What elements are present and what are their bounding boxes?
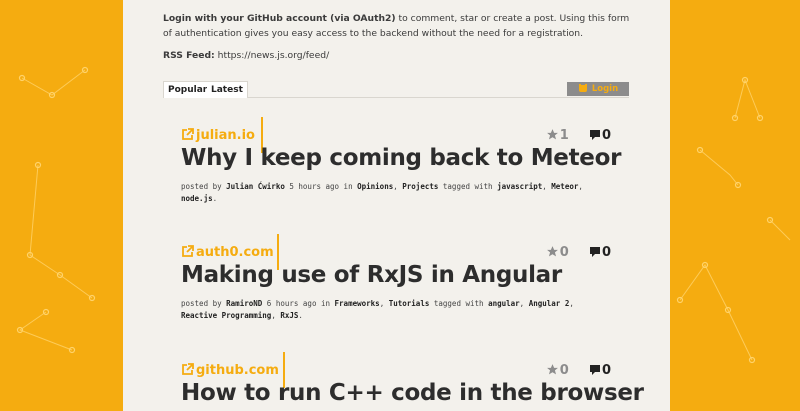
comment-button[interactable]: 0	[589, 363, 611, 378]
meta-sep: ,	[379, 299, 389, 308]
meta-category[interactable]: Tutorials	[389, 299, 430, 308]
post-stats: 0 0	[546, 362, 611, 380]
meta-category[interactable]: Projects	[402, 182, 438, 191]
github-icon	[578, 84, 587, 92]
meta-sep: ,	[569, 299, 574, 308]
meta-sep: ,	[271, 311, 281, 320]
meta-tag[interactable]: javascript	[497, 182, 542, 191]
post-domain-link[interactable]: auth0.com	[181, 244, 274, 262]
meta-tag[interactable]: node.js	[181, 194, 213, 203]
meta-tag[interactable]: Reactive Programming	[181, 311, 271, 320]
meta-sep: ,	[578, 182, 583, 191]
star-button[interactable]: 0	[546, 245, 569, 260]
external-link-icon	[182, 128, 194, 140]
rss-url[interactable]: https://news.js.org/feed/	[215, 50, 330, 61]
comment-button[interactable]: 0	[589, 245, 611, 260]
login-label: Login	[591, 84, 619, 94]
meta-tag[interactable]: Angular 2	[529, 299, 570, 308]
star-count: 0	[559, 245, 569, 260]
comment-icon	[589, 365, 600, 375]
star-button[interactable]: 0	[546, 363, 569, 378]
comment-icon	[589, 130, 600, 140]
meta-tag[interactable]: angular	[488, 299, 520, 308]
meta-tag[interactable]: Meteor	[551, 182, 578, 191]
meta-author[interactable]: RamiroND	[226, 299, 262, 308]
post-domain-link[interactable]: github.com	[181, 362, 279, 380]
meta-posted-by: posted by	[181, 299, 222, 308]
meta-category[interactable]: Opinions	[357, 182, 393, 191]
meta-tagged: tagged with	[438, 182, 498, 191]
meta-time: 5 hours ago in	[284, 182, 358, 191]
post-title[interactable]: How to run C++ code in the browser	[181, 380, 644, 406]
star-icon	[546, 246, 558, 257]
tab-latest[interactable]: Latest	[207, 81, 248, 98]
rss-label: RSS Feed:	[163, 50, 215, 61]
intro-text: Login with your GitHub account (via OAut…	[163, 11, 633, 41]
post-domain: julian.io	[196, 128, 255, 143]
post-domain-link[interactable]: julian.io	[181, 127, 255, 145]
main-content: Login with your GitHub account (via OAut…	[123, 0, 670, 411]
meta-end: .	[298, 311, 303, 320]
rss-feed: RSS Feed: https://news.js.org/feed/	[163, 50, 329, 61]
star-icon	[546, 364, 558, 375]
star-button[interactable]: 1	[546, 128, 569, 143]
comment-count: 0	[601, 128, 611, 143]
comment-count: 0	[601, 245, 611, 260]
star-count: 1	[559, 128, 569, 143]
meta-category[interactable]: Frameworks	[335, 299, 380, 308]
comment-icon	[589, 247, 600, 257]
star-icon	[546, 129, 558, 140]
sort-tabs: Popular Latest	[163, 81, 629, 98]
meta-posted-by: posted by	[181, 182, 222, 191]
comment-button[interactable]: 0	[589, 128, 611, 143]
post-stats: 0 0	[546, 244, 611, 262]
meta-end: .	[212, 194, 218, 203]
intro-bold: Login with your GitHub account (via OAut…	[163, 13, 396, 24]
meta-tagged: tagged with	[429, 299, 489, 308]
tab-popular[interactable]: Popular	[163, 81, 213, 98]
post-meta: posted by RamiroND 6 hours ago in Framew…	[181, 298, 591, 322]
star-count: 0	[559, 363, 569, 378]
meta-tag[interactable]: RxJS	[280, 311, 298, 320]
post-meta: posted by Julian Ćwirko 5 hours ago in O…	[181, 181, 591, 205]
meta-author[interactable]: Julian Ćwirko	[226, 182, 285, 191]
login-button[interactable]: Login	[567, 82, 629, 96]
post-title[interactable]: Making use of RxJS in Angular	[181, 262, 562, 288]
external-link-icon	[182, 363, 194, 375]
meta-sep: ,	[393, 182, 403, 191]
meta-time: 6 hours ago in	[262, 299, 335, 308]
post-domain: github.com	[196, 363, 279, 378]
post-title[interactable]: Why I keep coming back to Meteor	[181, 145, 621, 171]
meta-sep: ,	[519, 299, 529, 308]
post-domain: auth0.com	[196, 245, 274, 260]
meta-sep: ,	[542, 182, 552, 191]
post-stats: 1 0	[546, 127, 611, 145]
external-link-icon	[182, 245, 194, 257]
comment-count: 0	[601, 363, 611, 378]
